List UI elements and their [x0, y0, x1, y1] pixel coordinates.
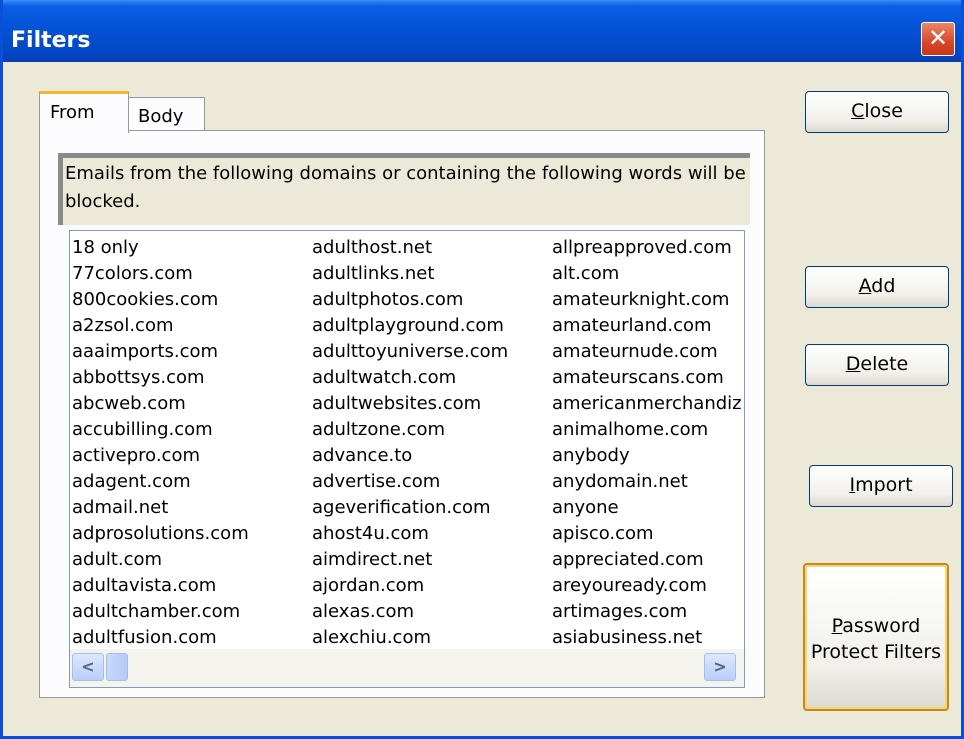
add-accel: A	[858, 275, 872, 297]
description-text: Emails from the following domains or con…	[58, 153, 750, 225]
list-item[interactable]: aaaimports.com	[72, 339, 310, 365]
list-item[interactable]: activepro.com	[72, 443, 310, 469]
close-accel: C	[851, 100, 865, 122]
list-item[interactable]: anydomain.net	[552, 469, 744, 495]
list-item[interactable]: adultavista.com	[72, 573, 310, 599]
list-item[interactable]: adultfusion.com	[72, 625, 310, 649]
list-item[interactable]: allpreapproved.com	[552, 235, 744, 261]
list-column-1: 18 only 77colors.com 800cookies.com a2zsol.…	[72, 235, 310, 649]
delete-button[interactable]: Delete	[805, 344, 949, 386]
list-item[interactable]: 18 only	[72, 235, 310, 261]
list-item[interactable]: adultwebsites.com	[312, 391, 550, 417]
list-item[interactable]: anyone	[552, 495, 744, 521]
password-label-1: assword	[842, 615, 921, 637]
list-column-2: adulthost.net adultlinks.net adultphotos.c…	[312, 235, 550, 649]
list-item[interactable]: adulthost.net	[312, 235, 550, 261]
list-item[interactable]: americanmerchandiz	[552, 391, 744, 417]
password-line-1: Password	[805, 613, 947, 639]
list-item[interactable]: adultplayground.com	[312, 313, 550, 339]
list-item[interactable]: abbottsys.com	[72, 365, 310, 391]
list-item[interactable]: asiabusiness.net	[552, 625, 744, 649]
list-item[interactable]: adprosolutions.com	[72, 521, 310, 547]
delete-accel: D	[845, 353, 861, 375]
password-protect-button[interactable]: Password Protect Filters	[803, 563, 949, 711]
list-item[interactable]: alexas.com	[312, 599, 550, 625]
window-close-icon[interactable]: ✕	[921, 22, 955, 56]
import-button[interactable]: Import	[809, 465, 953, 507]
list-item[interactable]: advertise.com	[312, 469, 550, 495]
list-item[interactable]: adultlinks.net	[312, 261, 550, 287]
list-item[interactable]: aimdirect.net	[312, 547, 550, 573]
tab-from-label: From	[50, 102, 95, 123]
blocked-list[interactable]: 18 only 77colors.com 800cookies.com a2zsol.…	[69, 230, 745, 688]
password-accel: P	[831, 615, 843, 637]
list-item[interactable]: adultzone.com	[312, 417, 550, 443]
horizontal-scrollbar[interactable]: < >	[70, 649, 744, 687]
list-item[interactable]: areyouready.com	[552, 573, 744, 599]
list-item[interactable]: admail.net	[72, 495, 310, 521]
list-item[interactable]: alexchiu.com	[312, 625, 550, 649]
list-item[interactable]: adultwatch.com	[312, 365, 550, 391]
list-item[interactable]: animalhome.com	[552, 417, 744, 443]
filters-dialog: Filters ✕ From Body Emails from the foll…	[0, 0, 964, 739]
tab-from[interactable]: From	[39, 91, 129, 133]
list-columns: 18 only 77colors.com 800cookies.com a2zsol.…	[70, 231, 744, 649]
scroll-right-icon[interactable]: >	[704, 653, 736, 681]
import-label: mport	[855, 474, 913, 496]
list-item[interactable]: anybody	[552, 443, 744, 469]
list-item[interactable]: adultchamber.com	[72, 599, 310, 625]
list-item[interactable]: ageverification.com	[312, 495, 550, 521]
list-item[interactable]: apisco.com	[552, 521, 744, 547]
add-label: dd	[871, 275, 896, 297]
list-item[interactable]: amateurnude.com	[552, 339, 744, 365]
delete-label: elete	[860, 353, 909, 375]
list-item[interactable]: amateurscans.com	[552, 365, 744, 391]
window-title: Filters	[11, 28, 91, 53]
list-item[interactable]: adulttoyuniverse.com	[312, 339, 550, 365]
list-item[interactable]: abcweb.com	[72, 391, 310, 417]
list-item[interactable]: amateurland.com	[552, 313, 744, 339]
scroll-left-icon[interactable]: <	[72, 653, 104, 681]
list-item[interactable]: adagent.com	[72, 469, 310, 495]
close-button[interactable]: Close	[805, 91, 949, 133]
list-item[interactable]: alt.com	[552, 261, 744, 287]
list-item[interactable]: ahost4u.com	[312, 521, 550, 547]
title-bar[interactable]: Filters ✕	[3, 0, 961, 62]
list-item[interactable]: accubilling.com	[72, 417, 310, 443]
list-item[interactable]: advance.to	[312, 443, 550, 469]
list-item[interactable]: 800cookies.com	[72, 287, 310, 313]
list-item[interactable]: amateurknight.com	[552, 287, 744, 313]
scroll-thumb[interactable]	[106, 653, 128, 681]
list-item[interactable]: adult.com	[72, 547, 310, 573]
list-item[interactable]: a2zsol.com	[72, 313, 310, 339]
list-item[interactable]: 77colors.com	[72, 261, 310, 287]
add-button[interactable]: Add	[805, 266, 949, 308]
tab-body-label: Body	[138, 106, 184, 127]
list-item[interactable]: appreciated.com	[552, 547, 744, 573]
password-label-2: Protect Filters	[810, 641, 942, 663]
list-item[interactable]: adultphotos.com	[312, 287, 550, 313]
tab-body[interactable]: Body	[127, 97, 205, 133]
close-label: lose	[864, 100, 903, 122]
list-item[interactable]: ajordan.com	[312, 573, 550, 599]
list-column-3: allpreapproved.com alt.com amateurknight.c…	[552, 235, 744, 649]
list-item[interactable]: artimages.com	[552, 599, 744, 625]
